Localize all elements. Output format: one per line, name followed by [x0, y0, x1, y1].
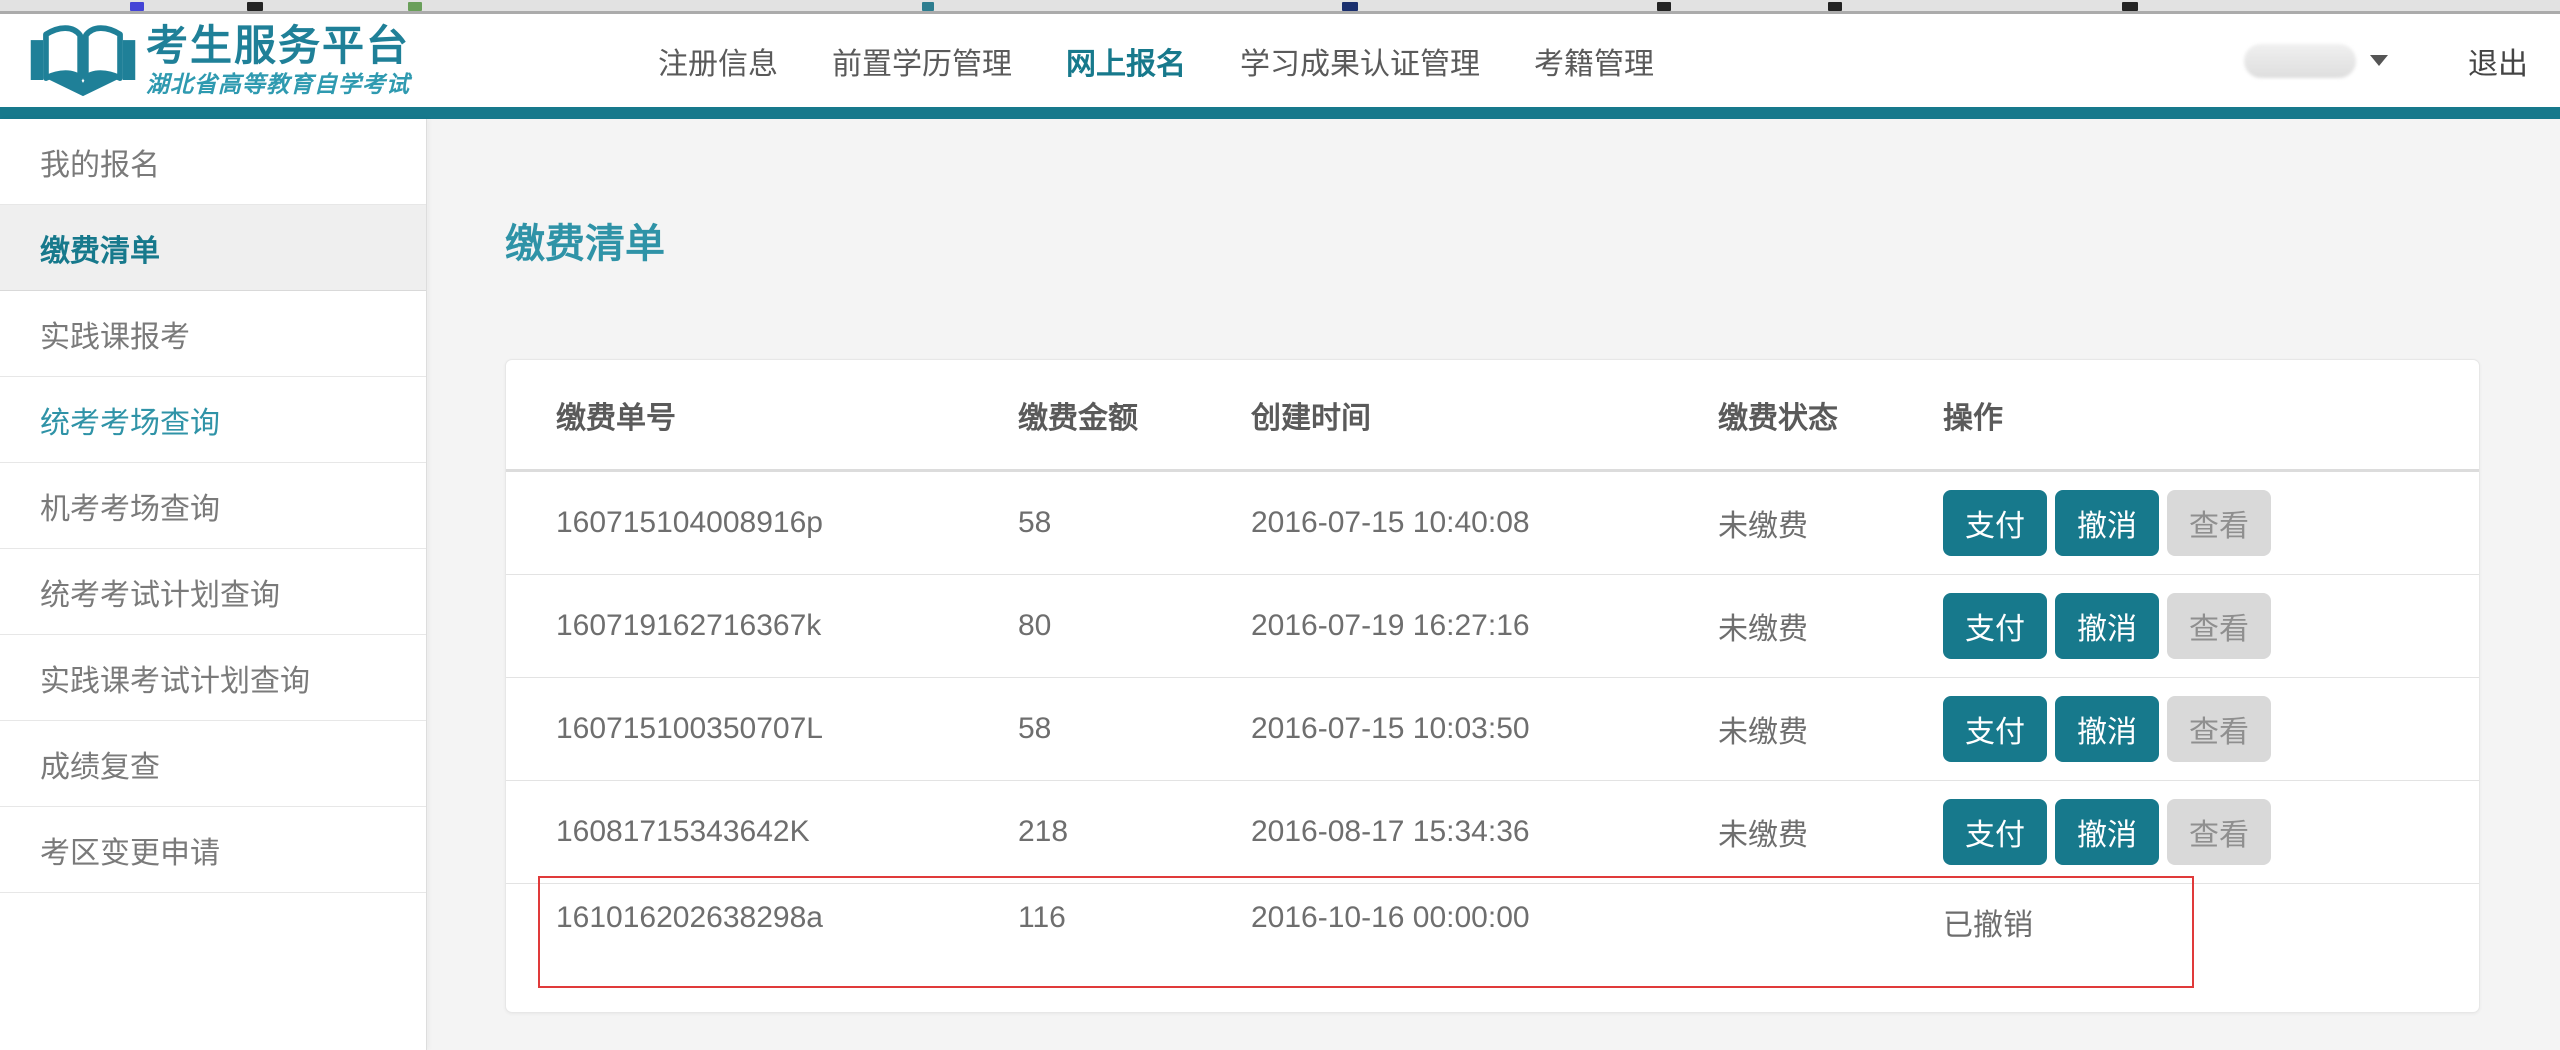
- nav-item-1[interactable]: 前置学历管理: [832, 39, 1012, 83]
- payment-amount: 116: [1018, 900, 1251, 936]
- view-button[interactable]: 查看: [2167, 799, 2271, 865]
- payment-status: 未缴费: [1718, 501, 1943, 545]
- sidebar-item-6[interactable]: 实践课考试计划查询: [0, 635, 426, 721]
- column-header-1: 缴费金额: [1018, 393, 1251, 437]
- view-button[interactable]: 查看: [2167, 593, 2271, 659]
- sidebar-item-4[interactable]: 机考考场查询: [0, 463, 426, 549]
- sidebar-item-0[interactable]: 我的报名: [0, 119, 426, 205]
- created-time: 2016-07-15 10:40:08: [1251, 506, 1718, 540]
- user-area: 退出: [2244, 39, 2560, 83]
- payment-status: 未缴费: [1718, 707, 1943, 751]
- table-row-4: 161016202638298a1162016-10-16 00:00:00 已撤…: [506, 884, 2479, 1012]
- browser-tab-fragment: [130, 2, 144, 11]
- nav-item-0[interactable]: 注册信息: [658, 39, 778, 83]
- table-row-1: 160719162716367k802016-07-19 16:27:16未缴费…: [506, 575, 2479, 678]
- top-nav: 注册信息 前置学历管理 网上报名 学习成果认证管理 考籍管理: [658, 39, 1654, 83]
- payment-amount: 58: [1018, 506, 1251, 540]
- cancel-button[interactable]: 撤消: [2055, 490, 2159, 556]
- order-number: 161016202638298a: [556, 900, 1018, 936]
- pay-button[interactable]: 支付: [1943, 696, 2047, 762]
- sidebar: 我的报名缴费清单实践课报考统考考场查询机考考场查询统考考试计划查询实践课考试计划…: [0, 119, 427, 1050]
- column-header-4: 操作: [1943, 393, 2429, 437]
- order-number: 160715104008916p: [556, 506, 1018, 540]
- payment-amount: 58: [1018, 712, 1251, 746]
- cancel-button[interactable]: 撤消: [2055, 593, 2159, 659]
- table-row-3: 16081715343642K2182016-08-17 15:34:36未缴费…: [506, 781, 2479, 884]
- view-button[interactable]: 查看: [2167, 490, 2271, 556]
- browser-tab-fragment: [922, 2, 934, 11]
- created-time: 2016-10-16 00:00:00: [1251, 900, 1718, 936]
- logo: 考生服务平台 湖北省高等教育自学考试: [0, 23, 460, 99]
- sidebar-item-7[interactable]: 成绩复查: [0, 721, 426, 807]
- created-time: 2016-07-15 10:03:50: [1251, 712, 1718, 746]
- header-accent-bar: [0, 107, 2560, 119]
- cancel-button[interactable]: 撤消: [2055, 696, 2159, 762]
- browser-tab-fragment: [247, 2, 263, 11]
- cancel-button[interactable]: 撤消: [2055, 799, 2159, 865]
- column-header-3: 缴费状态: [1718, 393, 1943, 437]
- payment-amount: 218: [1018, 815, 1251, 849]
- username-redacted[interactable]: [2244, 44, 2356, 78]
- sidebar-item-3[interactable]: 统考考场查询: [0, 377, 426, 463]
- pay-button[interactable]: 支付: [1943, 490, 2047, 556]
- browser-chrome-sliver: [0, 0, 2560, 14]
- nav-item-2[interactable]: 网上报名: [1066, 39, 1186, 83]
- browser-tab-fragment: [1828, 2, 1842, 11]
- sidebar-item-2[interactable]: 实践课报考: [0, 291, 426, 377]
- nav-item-4[interactable]: 考籍管理: [1534, 39, 1654, 83]
- app-title: 考生服务平台: [146, 25, 410, 67]
- open-book-icon: [30, 23, 136, 99]
- pay-button[interactable]: 支付: [1943, 593, 2047, 659]
- browser-tab-fragment: [1657, 2, 1671, 11]
- sidebar-item-1[interactable]: 缴费清单: [0, 205, 426, 291]
- payment-status: 未缴费: [1718, 604, 1943, 648]
- page-title: 缴费清单: [505, 211, 2560, 269]
- app-subtitle: 湖北省高等教育自学考试: [146, 73, 410, 96]
- payment-table-card: 缴费单号缴费金额创建时间缴费状态操作 160715104008916p58201…: [505, 359, 2480, 1013]
- order-number: 160715100350707L: [556, 712, 1018, 746]
- cancelled-status-text: 已撤销: [1943, 900, 2033, 944]
- column-header-2: 创建时间: [1251, 393, 1718, 437]
- created-time: 2016-07-19 16:27:16: [1251, 609, 1718, 643]
- table-row-2: 160715100350707L582016-07-15 10:03:50未缴费…: [506, 678, 2479, 781]
- created-time: 2016-08-17 15:34:36: [1251, 815, 1718, 849]
- actions-cell: 支付撤消查看: [1943, 799, 2429, 865]
- payment-amount: 80: [1018, 609, 1251, 643]
- actions-cell: 支付撤消查看: [1943, 696, 2429, 762]
- chevron-down-icon[interactable]: [2370, 55, 2388, 66]
- sidebar-item-8[interactable]: 考区变更申请: [0, 807, 426, 893]
- order-number: 160719162716367k: [556, 609, 1018, 643]
- order-number: 16081715343642K: [556, 815, 1018, 849]
- table-row-0: 160715104008916p582016-07-15 10:40:08未缴费…: [506, 472, 2479, 575]
- view-button[interactable]: 查看: [2167, 696, 2271, 762]
- pay-button[interactable]: 支付: [1943, 799, 2047, 865]
- table-header-row: 缴费单号缴费金额创建时间缴费状态操作: [506, 360, 2479, 472]
- main-content: 缴费清单 缴费单号缴费金额创建时间缴费状态操作 160715104008916p…: [427, 119, 2560, 1050]
- actions-cell: 支付撤消查看: [1943, 490, 2429, 556]
- column-header-0: 缴费单号: [556, 393, 1018, 437]
- actions-cell: 已撤销: [1943, 900, 2429, 944]
- browser-tab-fragment: [1342, 2, 1358, 11]
- sidebar-item-5[interactable]: 统考考试计划查询: [0, 549, 426, 635]
- browser-tab-fragment: [408, 2, 422, 11]
- app-header: 考生服务平台 湖北省高等教育自学考试 注册信息 前置学历管理 网上报名 学习成果认证管…: [0, 14, 2560, 107]
- browser-tab-fragment: [2122, 2, 2138, 11]
- logout-button[interactable]: 退出: [2468, 39, 2528, 83]
- nav-item-3[interactable]: 学习成果认证管理: [1240, 39, 1480, 83]
- payment-status: 未缴费: [1718, 810, 1943, 854]
- actions-cell: 支付撤消查看: [1943, 593, 2429, 659]
